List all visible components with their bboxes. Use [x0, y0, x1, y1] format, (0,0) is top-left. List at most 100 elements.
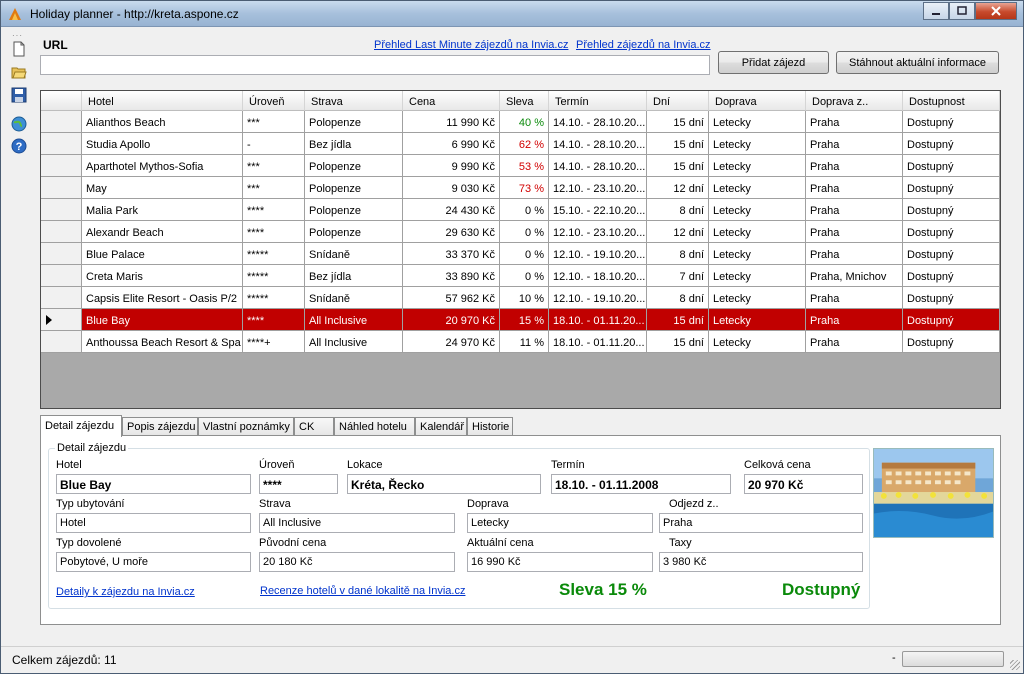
cell-availability[interactable]: Dostupný: [903, 331, 1000, 353]
cell-departure[interactable]: Praha: [806, 243, 903, 265]
column-header-days[interactable]: Dní: [647, 91, 709, 111]
cell-days[interactable]: 15 dní: [647, 133, 709, 155]
tab-calendar[interactable]: Kalendář: [415, 417, 467, 436]
minimize-button[interactable]: [923, 2, 949, 20]
cell-price[interactable]: 9 030 Kč: [403, 177, 500, 199]
accommodation-field[interactable]: Hotel: [56, 513, 251, 533]
cell-board[interactable]: Polopenze: [305, 221, 403, 243]
cell-discount[interactable]: 15 %: [500, 309, 549, 331]
tab-hotel-preview[interactable]: Náhled hotelu: [334, 417, 415, 436]
header-corner[interactable]: [41, 91, 82, 111]
cell-term[interactable]: 14.10. - 28.10.20...: [549, 155, 647, 177]
maximize-button[interactable]: [949, 2, 975, 20]
cell-hotel[interactable]: May: [82, 177, 243, 199]
cell-hotel[interactable]: Alexandr Beach: [82, 221, 243, 243]
cell-hotel[interactable]: Anthoussa Beach Resort & Spa: [82, 331, 243, 353]
cell-transport[interactable]: Letecky: [709, 309, 806, 331]
cell-departure[interactable]: Praha: [806, 111, 903, 133]
cell-transport[interactable]: Letecky: [709, 111, 806, 133]
transport-field[interactable]: Letecky: [467, 513, 653, 533]
cell-departure[interactable]: Praha: [806, 155, 903, 177]
table-row[interactable]: Alianthos Beach *** Polopenze 11 990 Kč 40 %…: [41, 111, 1000, 133]
cell-term[interactable]: 12.10. - 18.10.20...: [549, 265, 647, 287]
cell-price[interactable]: 33 890 Kč: [403, 265, 500, 287]
cell-term[interactable]: 14.10. - 28.10.20...: [549, 111, 647, 133]
cell-discount[interactable]: 62 %: [500, 133, 549, 155]
column-header-hotel[interactable]: Hotel: [82, 91, 243, 111]
cell-transport[interactable]: Letecky: [709, 331, 806, 353]
toolstrip-grip[interactable]: ···: [12, 31, 23, 40]
column-header-availability[interactable]: Dostupnost: [903, 91, 1000, 111]
cell-level[interactable]: ****: [243, 221, 305, 243]
tab-description[interactable]: Popis zájezdu: [122, 417, 198, 436]
cell-departure[interactable]: Praha: [806, 287, 903, 309]
all-tours-link[interactable]: Přehled zájezdů na Invia.cz: [576, 39, 711, 51]
current-price-field[interactable]: 16 990 Kč: [467, 552, 653, 572]
resize-grip[interactable]: [1010, 660, 1020, 670]
new-file-icon[interactable]: [11, 41, 27, 57]
cell-discount[interactable]: 0 %: [500, 199, 549, 221]
cell-board[interactable]: Bez jídla: [305, 265, 403, 287]
cell-availability[interactable]: Dostupný: [903, 309, 1000, 331]
cell-discount[interactable]: 73 %: [500, 177, 549, 199]
tab-notes[interactable]: Vlastní poznámky: [198, 417, 294, 436]
cell-term[interactable]: 12.10. - 19.10.20...: [549, 287, 647, 309]
row-header[interactable]: [41, 331, 82, 353]
column-header-transport[interactable]: Doprava: [709, 91, 806, 111]
cell-level[interactable]: -: [243, 133, 305, 155]
cell-transport[interactable]: Letecky: [709, 199, 806, 221]
cell-hotel[interactable]: Creta Maris: [82, 265, 243, 287]
cell-transport[interactable]: Letecky: [709, 155, 806, 177]
cell-level[interactable]: ***: [243, 111, 305, 133]
download-info-button[interactable]: Stáhnout aktuální informace: [836, 51, 999, 74]
cell-transport[interactable]: Letecky: [709, 265, 806, 287]
table-row[interactable]: Blue Palace ***** Snídaně 33 370 Kč 0 % 12.10…: [41, 243, 1000, 265]
cell-board[interactable]: All Inclusive: [305, 309, 403, 331]
column-header-board[interactable]: Strava: [305, 91, 403, 111]
save-icon[interactable]: [11, 87, 27, 103]
web-icon[interactable]: [11, 116, 27, 132]
cell-hotel[interactable]: Blue Bay: [82, 309, 243, 331]
cell-discount[interactable]: 53 %: [500, 155, 549, 177]
cell-hotel[interactable]: Studia Apollo: [82, 133, 243, 155]
cell-hotel[interactable]: Aparthotel Mythos-Sofia: [82, 155, 243, 177]
cell-price[interactable]: 24 970 Kč: [403, 331, 500, 353]
cell-availability[interactable]: Dostupný: [903, 221, 1000, 243]
column-header-departure[interactable]: Doprava z..: [806, 91, 903, 111]
cell-hotel[interactable]: Malia Park: [82, 199, 243, 221]
cell-days[interactable]: 7 dní: [647, 265, 709, 287]
cell-level[interactable]: *****: [243, 287, 305, 309]
cell-price[interactable]: 57 962 Kč: [403, 287, 500, 309]
cell-discount[interactable]: 0 %: [500, 221, 549, 243]
cell-term[interactable]: 12.10. - 23.10.20...: [549, 177, 647, 199]
cell-days[interactable]: 15 dní: [647, 155, 709, 177]
last-minute-link[interactable]: Přehled Last Minute zájezdů na Invia.cz: [374, 39, 568, 51]
cell-term[interactable]: 18.10. - 01.11.20...: [549, 309, 647, 331]
cell-discount[interactable]: 11 %: [500, 331, 549, 353]
row-header[interactable]: [41, 243, 82, 265]
cell-price[interactable]: 9 990 Kč: [403, 155, 500, 177]
table-row[interactable]: Blue Bay **** All Inclusive 20 970 Kč 15 % 18…: [41, 309, 1000, 331]
hotel-reviews-link[interactable]: Recenze hotelů v dané lokalitě na Invia.…: [260, 585, 465, 597]
cell-departure[interactable]: Praha: [806, 133, 903, 155]
tab-history[interactable]: Historie: [467, 417, 513, 436]
row-header[interactable]: [41, 177, 82, 199]
url-input[interactable]: [40, 55, 710, 75]
cell-availability[interactable]: Dostupný: [903, 111, 1000, 133]
cell-departure[interactable]: Praha, Mnichov: [806, 265, 903, 287]
cell-availability[interactable]: Dostupný: [903, 265, 1000, 287]
cell-level[interactable]: ***: [243, 155, 305, 177]
column-header-price[interactable]: Cena: [403, 91, 500, 111]
cell-board[interactable]: Polopenze: [305, 199, 403, 221]
cell-board[interactable]: Polopenze: [305, 155, 403, 177]
cell-level[interactable]: ****: [243, 309, 305, 331]
cell-term[interactable]: 18.10. - 01.11.20...: [549, 331, 647, 353]
cell-discount[interactable]: 0 %: [500, 243, 549, 265]
cell-level[interactable]: ****+: [243, 331, 305, 353]
add-tour-button[interactable]: Přidat zájezd: [718, 51, 829, 74]
cell-term[interactable]: 15.10. - 22.10.20...: [549, 199, 647, 221]
cell-availability[interactable]: Dostupný: [903, 199, 1000, 221]
cell-price[interactable]: 20 970 Kč: [403, 309, 500, 331]
cell-board[interactable]: Snídaně: [305, 243, 403, 265]
cell-days[interactable]: 12 dní: [647, 221, 709, 243]
